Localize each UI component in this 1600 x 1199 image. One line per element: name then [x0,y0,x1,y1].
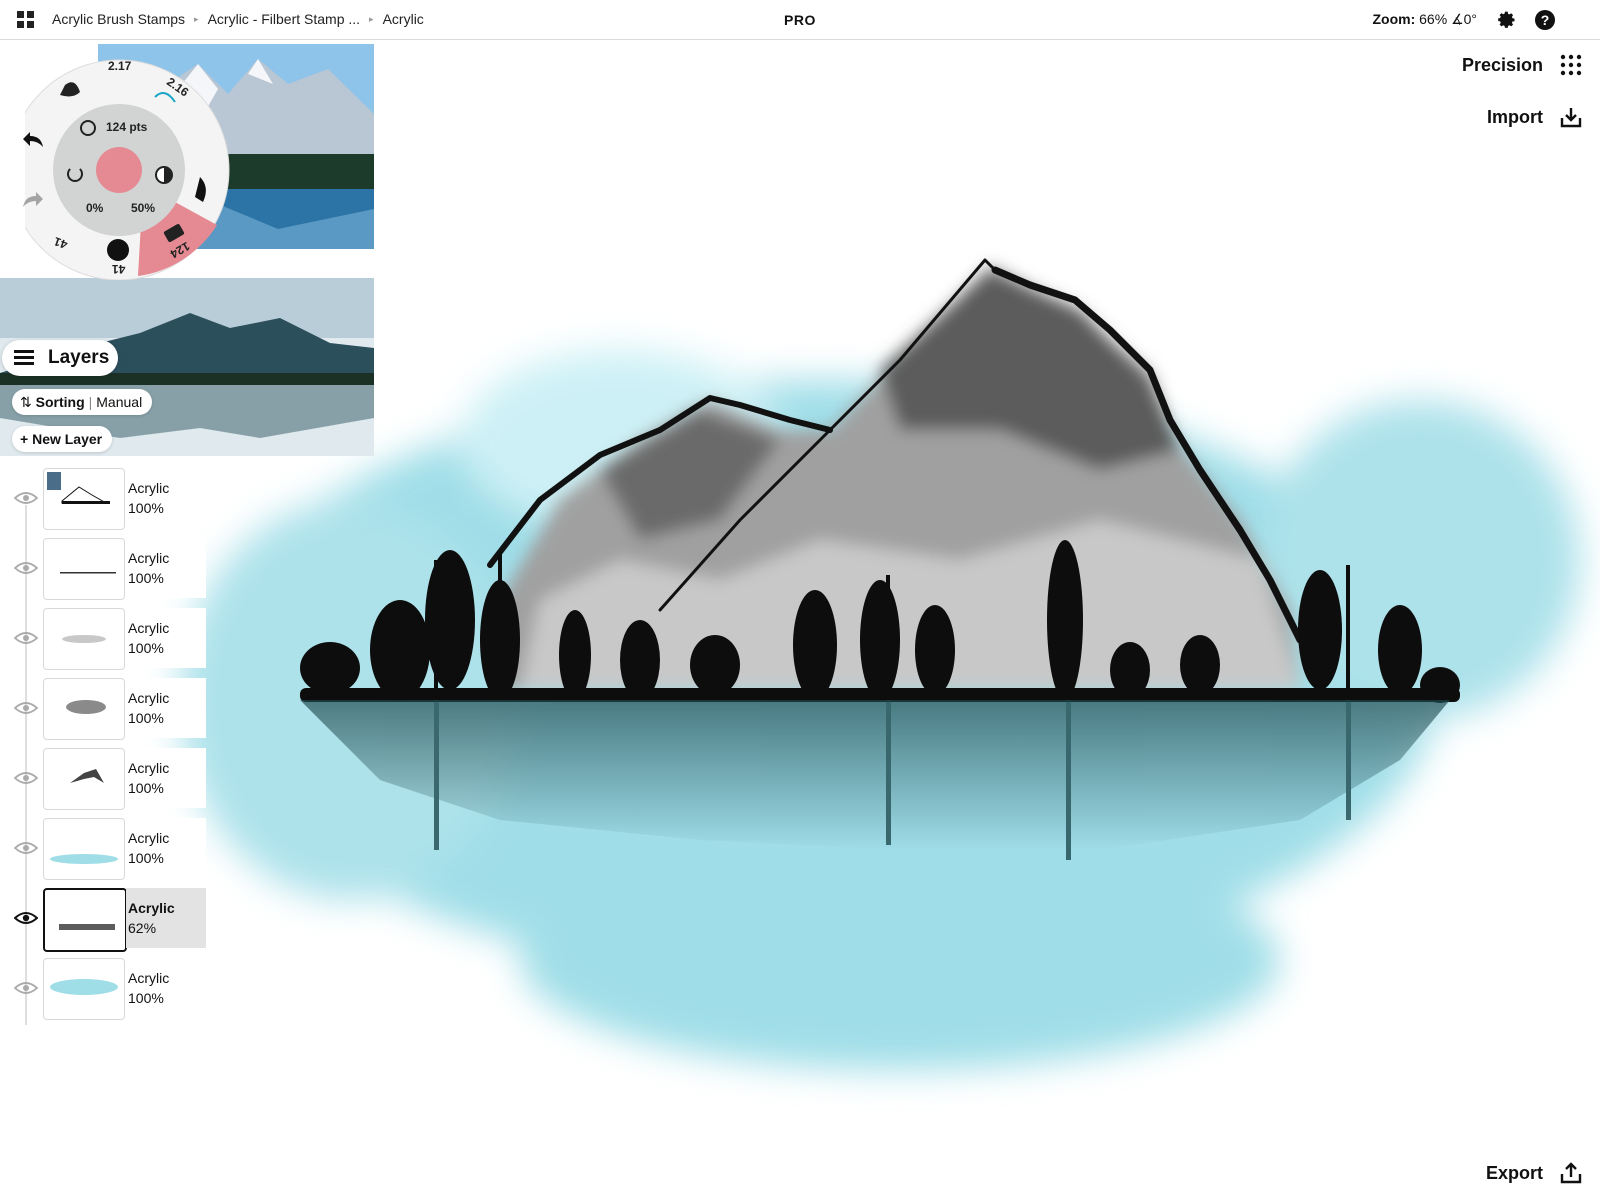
opacity-value[interactable]: 0% [86,201,103,215]
brush-size-icon [80,120,96,136]
layer-row[interactable]: Acrylic 100% [14,678,206,742]
layer-thumbnail[interactable] [43,958,125,1020]
eye-visibility-icon[interactable] [14,700,38,716]
eye-visibility-icon[interactable] [14,910,38,926]
layer-row[interactable]: Acrylic 100% [14,748,206,812]
layer-opacity: 100% [128,780,164,796]
new-layer-button[interactable]: + New Layer [12,426,113,452]
breadcrumb: Acrylic Brush Stamps ▸ Acrylic - Filbert… [52,11,424,27]
breadcrumb-item-brush-set[interactable]: Acrylic - Filbert Stamp ... [208,11,360,27]
layer-info[interactable]: Acrylic 100% [126,608,206,668]
help-icon[interactable]: ? [1535,10,1555,30]
export-button[interactable]: Export [1486,1162,1582,1184]
import-label: Import [1486,106,1543,127]
layer-opacity: 100% [128,990,164,1006]
breadcrumb-item-gallery[interactable]: Acrylic Brush Stamps [52,11,185,27]
rotation-value: ∡0° [1451,11,1477,27]
top-bar: Acrylic Brush Stamps ▸ Acrylic - Filbert… [0,0,1600,40]
gear-icon[interactable] [1497,10,1517,30]
breadcrumb-item-drawing[interactable]: Acrylic [383,11,424,27]
layer-thumbnail[interactable] [43,538,125,600]
sorting-value: Manual [96,394,143,410]
reset-icon[interactable] [67,166,83,182]
sorting-label: Sorting [35,394,85,410]
dot-grid-icon [1560,55,1582,76]
layer-row[interactable]: Acrylic 100% [14,538,206,602]
plus-icon: + [20,431,29,447]
layer-name: Acrylic [128,480,170,496]
layer-opacity: 100% [128,500,164,516]
layer-thumbnail[interactable] [43,468,125,530]
layer-thumbnail[interactable] [43,748,125,810]
mountain-fill [500,265,1300,690]
layer-info[interactable]: Acrylic 100% [126,818,206,878]
layers-menu-icon [14,350,34,365]
smoothing-value[interactable]: 50% [131,201,155,215]
sort-arrows-icon: ⇅ [20,394,32,410]
export-tray-icon [1560,1162,1582,1184]
layer-name: Acrylic [128,970,170,986]
layer-opacity: 100% [128,850,164,866]
layer-info[interactable]: Acrylic 100% [126,468,206,528]
layer-name: Acrylic [128,830,170,846]
layer-name: Acrylic [128,760,170,776]
export-label: Export [1485,1162,1543,1183]
layer-info[interactable]: Acrylic 100% [126,958,206,1018]
chevron-right-icon: ▸ [369,13,374,24]
layer-thumbnail[interactable] [43,678,125,740]
layer-thumbnail[interactable] [43,888,127,952]
import-button[interactable]: Import [1487,106,1582,128]
eye-visibility-icon[interactable] [14,630,38,646]
layer-info[interactable]: Acrylic 62% [126,888,206,948]
layer-info[interactable]: Acrylic 100% [126,538,206,598]
sorting-button[interactable]: ⇅ Sorting | Manual [12,389,153,415]
precision-button[interactable]: Precision [1462,54,1582,76]
layer-thumbnail[interactable] [43,608,125,670]
layer-opacity: 100% [128,640,164,656]
eye-visibility-icon[interactable] [14,840,38,856]
layer-row[interactable]: Acrylic 100% [14,958,206,1022]
zoom-value: 66% [1419,11,1448,27]
layer-thumbnail[interactable] [43,818,125,880]
pro-badge[interactable]: PRO [784,12,816,28]
eye-visibility-icon[interactable] [14,980,38,996]
zoom-readout[interactable]: Zoom: 66% ∡0° [1372,11,1477,28]
layers-title: Layers [48,347,110,368]
undo-icon[interactable] [21,128,45,150]
layer-name: Acrylic [128,900,175,916]
chevron-right-icon: ▸ [194,13,199,24]
eye-visibility-icon[interactable] [14,560,38,576]
eye-visibility-icon[interactable] [14,770,38,786]
layer-info[interactable]: Acrylic 100% [126,678,206,738]
new-layer-label: New Layer [32,431,103,447]
layer-info[interactable]: Acrylic 100% [126,748,206,808]
layer-opacity: 62% [128,920,157,936]
gallery-grid-icon[interactable] [17,11,35,29]
preset-label-2-17: 2.17 [108,59,132,73]
layers-panel-header[interactable]: Layers [2,340,118,376]
layer-row[interactable]: Acrylic 100% [14,468,206,532]
zoom-label: Zoom: [1372,11,1416,27]
redo-icon[interactable] [21,188,45,210]
layer-row[interactable]: Acrylic 100% [14,818,206,882]
layer-opacity: 100% [128,570,164,586]
preset-label-41-middle: 41 [112,262,126,276]
layer-row-active[interactable]: Acrylic 62% [14,888,206,952]
precision-label: Precision [1461,54,1543,75]
layer-name: Acrylic [128,620,170,636]
brush-size-value[interactable]: 124 pts [106,120,147,134]
layer-row[interactable]: Acrylic 100% [14,608,206,672]
layer-opacity: 100% [128,710,164,726]
contrast-icon[interactable] [155,166,173,184]
import-tray-icon [1560,108,1582,128]
layer-name: Acrylic [128,690,170,706]
layer-name: Acrylic [128,550,170,566]
eye-visibility-icon[interactable] [14,490,38,506]
